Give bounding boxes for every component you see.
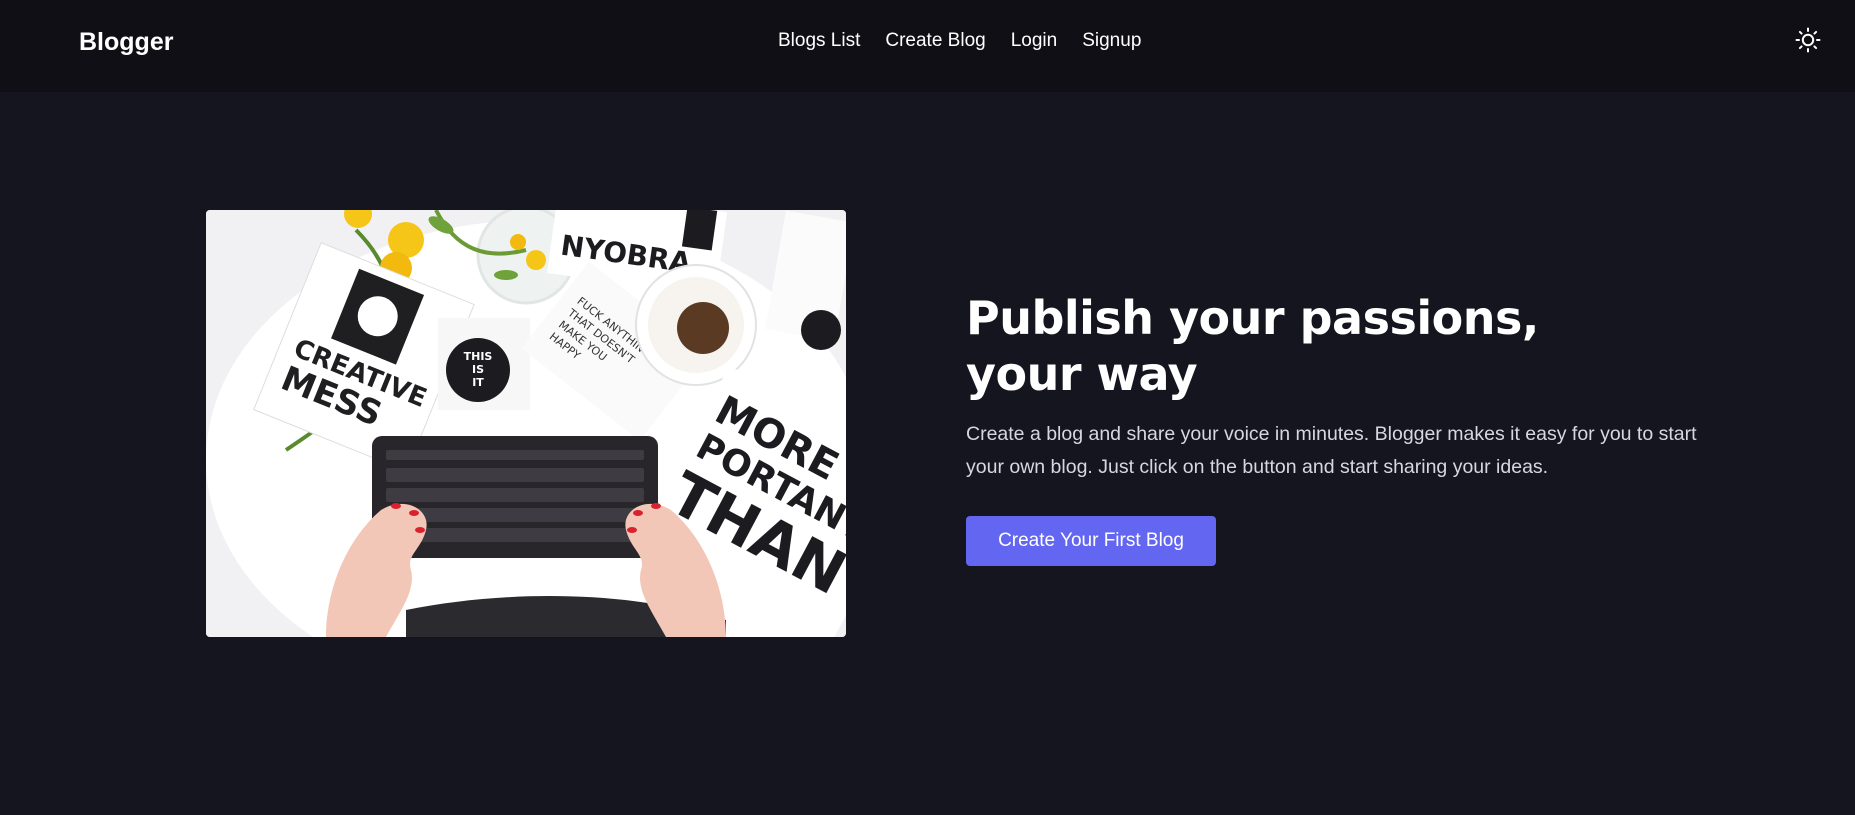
svg-text:IT: IT xyxy=(472,376,484,389)
desk-illustration: CREATIVE MESS THIS IS IT NYOBRA FUCK ANY… xyxy=(206,210,846,637)
brand-logo-link[interactable]: Blogger xyxy=(79,28,173,57)
hero-image: CREATIVE MESS THIS IS IT NYOBRA FUCK ANY… xyxy=(206,210,846,637)
sun-icon xyxy=(1795,27,1821,53)
theme-toggle-button[interactable] xyxy=(1794,26,1822,54)
svg-text:THIS: THIS xyxy=(464,350,493,363)
svg-text:IS: IS xyxy=(472,363,484,376)
coffee-cup xyxy=(635,264,757,386)
hero-description: Create a blog and share your voice in mi… xyxy=(966,423,1697,478)
this-is-it-sticker: THIS IS IT xyxy=(438,318,530,410)
main-nav: Blogs List Create Blog Login Signup xyxy=(778,30,1141,52)
nav-link-login[interactable]: Login xyxy=(1011,30,1058,52)
hero-headline-line2: your way xyxy=(966,347,1198,401)
nav-link-blogs-list[interactable]: Blogs List xyxy=(778,30,860,52)
hero-headline: Publish your passions, your way xyxy=(966,290,1706,402)
hero-text: Publish your passions, your way Create a… xyxy=(966,290,1706,504)
navbar: Blogger Blogs List Create Blog Login Sig… xyxy=(0,0,1855,92)
nav-link-signup[interactable]: Signup xyxy=(1082,30,1141,52)
hero-headline-line1: Publish your passions, xyxy=(966,291,1539,345)
create-first-blog-button[interactable]: Create Your First Blog xyxy=(966,516,1216,566)
nav-link-create-blog[interactable]: Create Blog xyxy=(885,30,985,52)
